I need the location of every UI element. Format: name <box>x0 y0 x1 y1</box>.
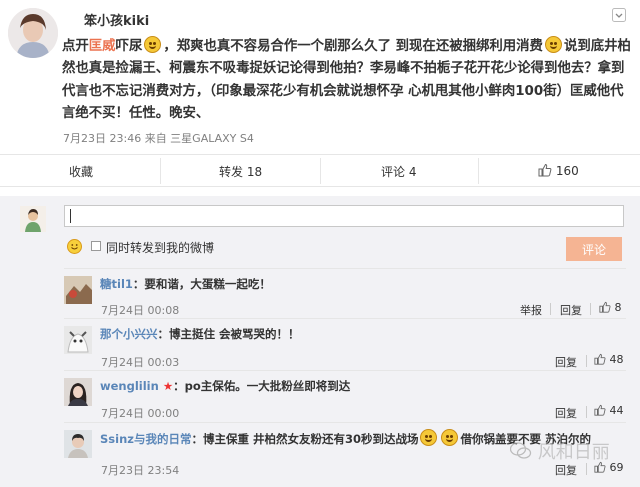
reply-button[interactable]: 回复 <box>555 405 577 421</box>
commenter-name-link[interactable]: 糖til1 <box>100 277 133 291</box>
divider <box>586 463 587 475</box>
thumbs-up-icon <box>594 404 606 416</box>
comment-like-button[interactable]: 8 <box>599 301 622 314</box>
thumbs-up-icon <box>594 353 606 365</box>
comment-time: 7月23日 23:54 <box>101 464 180 477</box>
brand-link[interactable]: 匡威 <box>89 39 116 54</box>
like-button[interactable]: 160 <box>538 163 579 178</box>
divider <box>0 186 640 187</box>
divider <box>0 154 640 155</box>
post-text-segment: 吓尿 <box>115 39 143 54</box>
commenter-avatar[interactable] <box>64 430 92 458</box>
divider <box>160 158 161 184</box>
commenter-avatar[interactable] <box>64 326 92 354</box>
repost-button[interactable]: 转发 18 <box>219 163 262 180</box>
like-count: 69 <box>609 461 624 474</box>
smile-emoji-icon <box>441 429 459 446</box>
commenter-avatar[interactable] <box>64 276 92 304</box>
post-author-avatar[interactable] <box>8 8 58 58</box>
divider <box>586 406 587 418</box>
divider <box>550 303 551 315</box>
current-user-avatar <box>20 206 46 232</box>
comment-button[interactable]: 评论 4 <box>381 163 416 180</box>
reply-button[interactable]: 回复 <box>555 462 577 478</box>
divider <box>64 422 626 423</box>
watermark-text: 风和日丽 <box>537 442 610 463</box>
comment-content: ：博主保重 井柏然女友粉还有30秒到达战场 <box>191 432 419 446</box>
comment-content: ：博主挺住 会被骂哭的！！ <box>157 327 300 341</box>
favorite-button[interactable]: 收藏 <box>69 163 93 180</box>
wechat-logo-icon <box>509 442 532 459</box>
divider <box>320 158 321 184</box>
divider <box>64 318 626 319</box>
thumbs-up-icon <box>599 301 611 313</box>
report-button[interactable]: 举报 <box>520 302 542 318</box>
comment-like-button[interactable]: 48 <box>594 353 624 366</box>
laugh-emoji-icon <box>144 36 162 53</box>
submit-comment-button[interactable]: 评论 <box>566 237 622 261</box>
smile-emoji-icon <box>420 429 438 446</box>
comment-time: 7月24日 00:00 <box>101 407 180 420</box>
divider <box>590 303 591 315</box>
post-text-segment: ，郑爽也真不容易合作一个剧那么久了 到现在还被捆绑利用消费 <box>163 39 543 54</box>
comment-input[interactable] <box>64 205 624 227</box>
thumbs-up-icon <box>538 163 552 177</box>
comment-content: ：po主保佑。一大批粉丝即将到达 <box>173 379 351 393</box>
emoji-picker-icon[interactable] <box>67 239 82 254</box>
comment-time: 7月24日 00:08 <box>101 304 180 317</box>
commenter-name-link[interactable]: wenglilin <box>100 379 159 393</box>
comment-time: 7月24日 00:03 <box>101 356 180 369</box>
post-username[interactable]: 笨小孩kiki <box>84 10 149 29</box>
repost-checkbox-label: 同时转发到我的微博 <box>106 241 215 255</box>
text-cursor <box>70 209 71 223</box>
post-text-segment: 点开 <box>62 39 89 54</box>
post-body: 点开匡威吓尿 ，郑爽也真不容易合作一个剧那么久了 到现在还被捆绑利用消费 说到底井柏… <box>62 36 634 126</box>
star-badge-icon[interactable]: ★ <box>163 379 173 393</box>
like-count: 44 <box>609 404 624 417</box>
commenter-avatar[interactable] <box>64 378 92 406</box>
smile-emoji-icon <box>544 36 562 53</box>
like-count: 8 <box>614 301 622 314</box>
divider <box>64 370 626 371</box>
comment-like-button[interactable]: 44 <box>594 404 624 417</box>
repost-checkbox[interactable] <box>91 241 101 251</box>
comment-text: 糖til1：要和谐，大蛋糕一起吃！ <box>100 276 271 292</box>
commenter-name-link[interactable]: Ssinz与我的日常 <box>100 432 191 446</box>
reply-button[interactable]: 回复 <box>560 302 582 318</box>
post-meta: 7月23日 23:46 来自 三星GALAXY S4 <box>63 132 254 145</box>
divider <box>586 355 587 367</box>
watermark: 风和日丽 <box>509 438 610 464</box>
divider <box>64 268 626 269</box>
comment-text: wenglilin ★：po主保佑。一大批粉丝即将到达 <box>100 378 350 394</box>
commenter-name-link[interactable]: 那个小兴兴 <box>100 327 158 341</box>
comment-text: 那个小兴兴：博主挺住 会被骂哭的！！ <box>100 326 300 342</box>
like-count: 160 <box>555 164 579 178</box>
comment-content: ：要和谐，大蛋糕一起吃！ <box>132 277 271 291</box>
reply-button[interactable]: 回复 <box>555 354 577 370</box>
chevron-down-icon[interactable] <box>612 8 626 22</box>
like-count: 48 <box>609 353 624 366</box>
divider <box>478 158 479 184</box>
